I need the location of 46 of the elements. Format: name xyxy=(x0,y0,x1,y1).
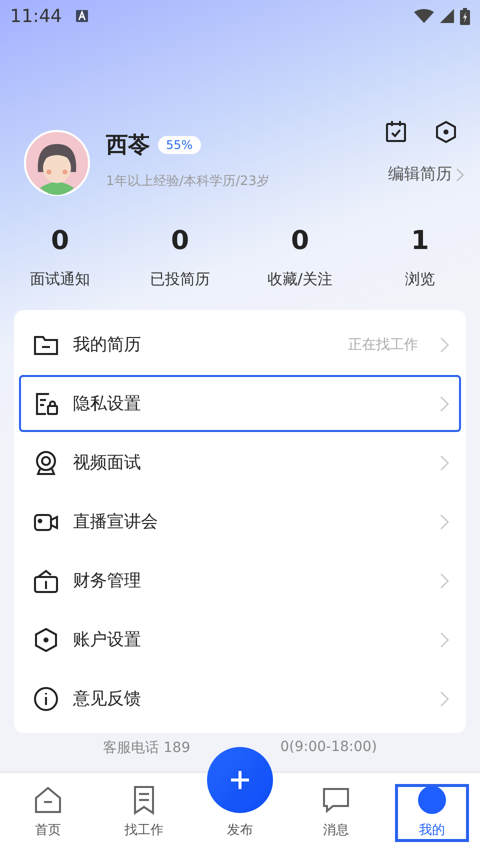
menu-item[interactable]: 财务管理 xyxy=(19,552,461,609)
nav-tab[interactable]: 找工作 xyxy=(96,773,192,853)
avatar[interactable] xyxy=(24,130,90,196)
stat-item[interactable]: 0 收藏/关注 xyxy=(240,226,360,302)
chevron-icon xyxy=(440,514,449,530)
nav-icon xyxy=(321,785,351,815)
menu-icon xyxy=(33,568,59,594)
chevron-icon xyxy=(440,454,449,470)
menu-icon xyxy=(33,686,59,712)
service-hours-text: 0(9:00-18:00) xyxy=(280,739,377,757)
menu-icon xyxy=(33,450,59,476)
chevron-icon xyxy=(440,572,449,588)
nav-icon xyxy=(33,785,63,815)
keyboard-icon xyxy=(76,10,88,22)
nav-icon xyxy=(417,785,447,815)
chevron-icon xyxy=(440,690,449,706)
chevron-icon xyxy=(456,168,464,182)
menu-icon xyxy=(33,390,59,416)
status-time: 11:44 xyxy=(10,6,62,26)
menu-item[interactable]: 直播宣讲会 xyxy=(19,493,461,550)
menu-item[interactable]: 隐私设置 xyxy=(19,375,461,432)
signal-icon xyxy=(440,9,454,23)
service-phone-text: 客服电话 189 xyxy=(103,739,190,757)
menu-item[interactable]: 账户设置 xyxy=(19,611,461,668)
wifi-icon xyxy=(414,9,434,23)
completion-badge: 55% xyxy=(158,136,201,154)
user-details: 1年以上经验/本科学历/23岁 xyxy=(106,173,270,190)
user-name: 西苓 xyxy=(106,132,150,160)
menu-icon xyxy=(33,626,59,652)
chevron-icon xyxy=(440,396,449,412)
stat-item[interactable]: 1 浏览 xyxy=(360,226,480,302)
nav-tab[interactable]: 我的 xyxy=(384,773,480,853)
plus-icon xyxy=(229,769,251,791)
menu-item[interactable]: 我的简历 正在找工作 xyxy=(19,316,461,373)
calendar-check-icon[interactable] xyxy=(384,120,408,144)
nav-tab[interactable]: 消息 xyxy=(288,773,384,853)
edit-resume-link[interactable]: 编辑简历 xyxy=(388,164,464,185)
stat-item[interactable]: 0 面试通知 xyxy=(0,226,120,302)
stat-item[interactable]: 0 已投简历 xyxy=(120,226,240,302)
battery-icon xyxy=(460,8,470,24)
settings-icon[interactable] xyxy=(434,120,458,144)
menu-item[interactable]: 视频面试 xyxy=(19,434,461,491)
menu-item[interactable]: 意见反馈 xyxy=(19,670,461,727)
nav-tab[interactable]: 首页 xyxy=(0,773,96,853)
chevron-icon xyxy=(440,632,449,648)
chevron-icon xyxy=(440,336,449,352)
